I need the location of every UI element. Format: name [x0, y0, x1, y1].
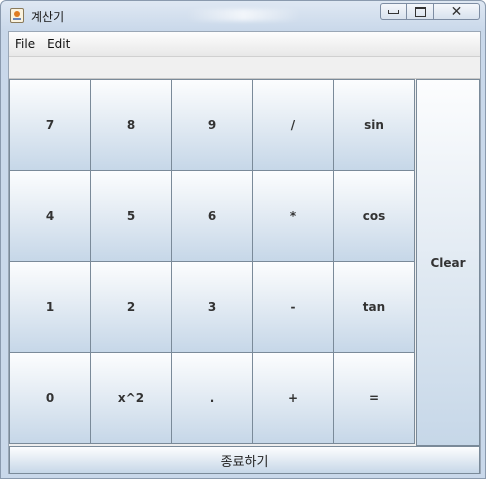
menu-edit[interactable]: Edit	[41, 33, 76, 55]
cos-button[interactable]: cos	[333, 170, 415, 262]
minimize-icon	[388, 9, 399, 14]
digit-4-button[interactable]: 4	[9, 170, 91, 262]
clear-button[interactable]: Clear	[416, 79, 480, 446]
digit-7-button[interactable]: 7	[9, 79, 91, 171]
digit-3-button[interactable]: 3	[171, 261, 253, 353]
maximize-button[interactable]	[407, 3, 434, 20]
digit-2-button[interactable]: 2	[90, 261, 172, 353]
close-icon: ✕	[450, 3, 463, 20]
digit-9-button[interactable]: 9	[171, 79, 253, 171]
equals-button[interactable]: =	[333, 352, 415, 444]
client-area: File Edit 7 8 9/sin 4 5 6 * cos 1 2 3- tan 0 x^2. + = C…	[8, 31, 481, 474]
menu-file[interactable]: File	[9, 33, 41, 55]
exit-button[interactable]: 종료하기	[9, 446, 480, 474]
multiply-button[interactable]: *	[252, 170, 334, 262]
close-button[interactable]: ✕	[434, 3, 480, 20]
digit-0-button[interactable]: 0	[9, 352, 91, 444]
app-window: 계산기 ✕ File Edit 7 8 9/sin 4 5 6 * cos 1 2 3- tan 0 x^…	[0, 0, 486, 479]
menu-bar: File Edit	[9, 32, 480, 57]
window-title: 계산기	[31, 10, 65, 24]
decimal-button[interactable]: .	[171, 352, 253, 444]
divide-button[interactable]: /	[252, 79, 334, 171]
maximize-icon	[414, 6, 426, 17]
java-app-icon	[10, 8, 24, 23]
sin-button[interactable]: sin	[333, 79, 415, 171]
digit-5-button[interactable]: 5	[90, 170, 172, 262]
title-bar-glass	[186, 9, 301, 21]
digit-1-button[interactable]: 1	[9, 261, 91, 353]
digit-6-button[interactable]: 6	[171, 170, 253, 262]
tan-button[interactable]: tan	[333, 261, 415, 353]
result-display	[9, 57, 480, 79]
digit-8-button[interactable]: 8	[90, 79, 172, 171]
add-button[interactable]: +	[252, 352, 334, 444]
minimize-button[interactable]	[380, 3, 407, 20]
title-bar[interactable]: 계산기 ✕	[1, 1, 487, 31]
window-controls: ✕	[380, 3, 480, 21]
subtract-button[interactable]: -	[252, 261, 334, 353]
square-button[interactable]: x^2	[90, 352, 172, 444]
